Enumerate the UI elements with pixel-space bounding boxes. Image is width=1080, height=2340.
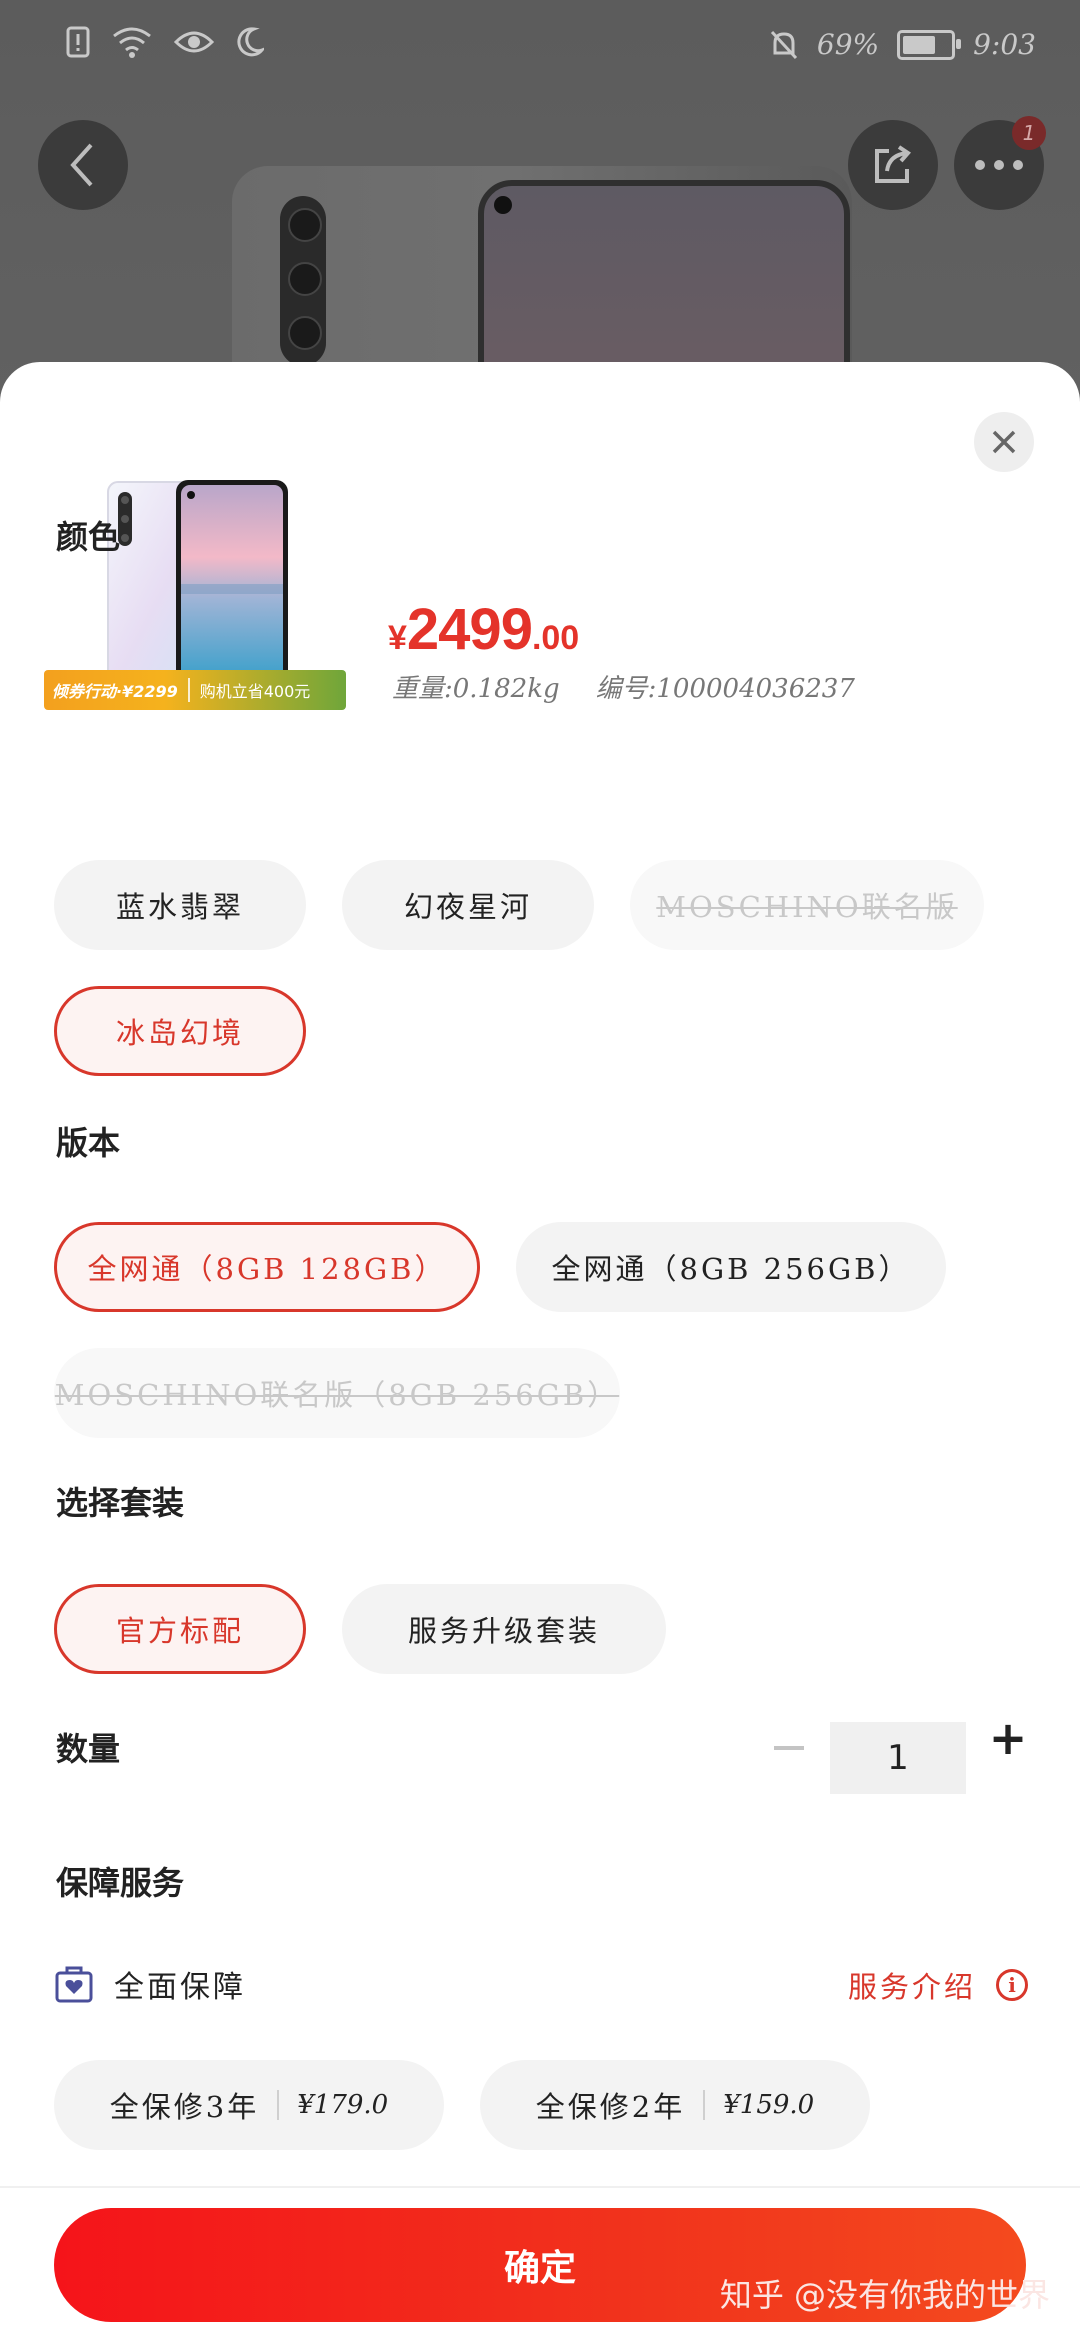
product-weight: 重量:0.182kg: [392, 674, 560, 704]
section-title-guarantee: 保障服务: [56, 1864, 185, 1902]
section-title-color: 颜色: [56, 518, 121, 556]
back-button[interactable]: [38, 120, 128, 210]
warranty-option[interactable]: 全保修2年 ¥159.0: [480, 2060, 870, 2150]
price-decimal: .00: [531, 619, 580, 657]
eye-comfort-icon: [174, 31, 214, 53]
share-icon: [875, 145, 912, 183]
watermark: 知乎 @没有你我的世界: [719, 2276, 1050, 2314]
promo-banner[interactable]: 倾券行动·¥2299 购机立省400元: [44, 670, 346, 710]
color-option[interactable]: MOSCHINO联名版: [630, 860, 984, 950]
close-button[interactable]: [974, 412, 1034, 472]
version-option[interactable]: 全网通（8GB 128GB）: [54, 1222, 480, 1312]
info-icon: i: [996, 1969, 1028, 2001]
price-integer: 2499: [406, 597, 533, 662]
status-bar: 69% 9:03: [0, 0, 1080, 90]
product-sku: 编号:100004036237: [595, 674, 855, 704]
version-option[interactable]: 全网通（8GB 256GB）: [516, 1222, 946, 1312]
notification-badge: 1: [1012, 116, 1046, 150]
service-intro-link[interactable]: 服务介绍 i: [848, 1964, 1028, 2006]
promo-subtext: 购机立省400元: [199, 682, 311, 701]
battery-percent: 69%: [816, 28, 880, 61]
notification-off-icon: [770, 30, 797, 59]
promo-text: 倾券行动·¥2299: [52, 682, 178, 701]
camera-module: [280, 196, 326, 366]
battery-icon: [897, 29, 962, 60]
section-title-bundle: 选择套装: [56, 1484, 185, 1522]
footer-divider: [0, 2186, 1080, 2188]
bundle-option[interactable]: 服务升级套装: [342, 1584, 666, 1674]
more-icon: [975, 160, 1023, 170]
product-meta: 重量:0.182kg 编号:100004036237: [392, 668, 855, 705]
do-not-disturb-icon: [237, 27, 264, 57]
close-icon: [992, 430, 1016, 454]
sku-selection-sheet: 倾券行动·¥2299 购机立省400元 ¥2499.00 重量:0.182kg …: [0, 362, 1080, 2340]
sim-alert-icon: [66, 26, 90, 58]
warranty-price: ¥159.0: [723, 2090, 815, 2120]
color-option[interactable]: 幻夜星河: [342, 860, 594, 950]
color-option[interactable]: 蓝水翡翠: [54, 860, 306, 950]
more-button[interactable]: 1: [954, 116, 1046, 210]
product-price: ¥2499.00: [388, 596, 579, 663]
warranty-option[interactable]: 全保修3年 ¥179.0: [54, 2060, 444, 2150]
price-currency: ¥: [388, 619, 407, 657]
version-option[interactable]: MOSCHINO联名版（8GB 256GB）: [54, 1348, 620, 1438]
warranty-name: 全保修2年: [535, 2090, 686, 2124]
section-title-quantity: 数量: [56, 1730, 121, 1768]
share-button[interactable]: [848, 120, 938, 210]
guarantee-plan-label: 全面保障: [114, 1970, 246, 2005]
quantity-increase-button[interactable]: +: [988, 1715, 1028, 1761]
quantity-input[interactable]: 1: [830, 1722, 966, 1794]
warranty-price: ¥179.0: [297, 2090, 389, 2120]
bundle-option[interactable]: 官方标配: [54, 1584, 306, 1674]
chevron-left-icon: [70, 143, 93, 187]
service-intro-label: 服务介绍: [847, 1970, 976, 2004]
guarantee-plan-row: 全面保障: [54, 1962, 246, 2006]
color-option[interactable]: 冰岛幻境: [54, 986, 306, 1076]
shield-bag-icon: [55, 1966, 93, 2003]
section-title-version: 版本: [56, 1124, 121, 1162]
quantity-decrease-button[interactable]: [774, 1746, 804, 1750]
clock: 9:03: [973, 28, 1036, 61]
warranty-name: 全保修3年: [109, 2090, 260, 2124]
wifi-icon: [113, 27, 151, 58]
